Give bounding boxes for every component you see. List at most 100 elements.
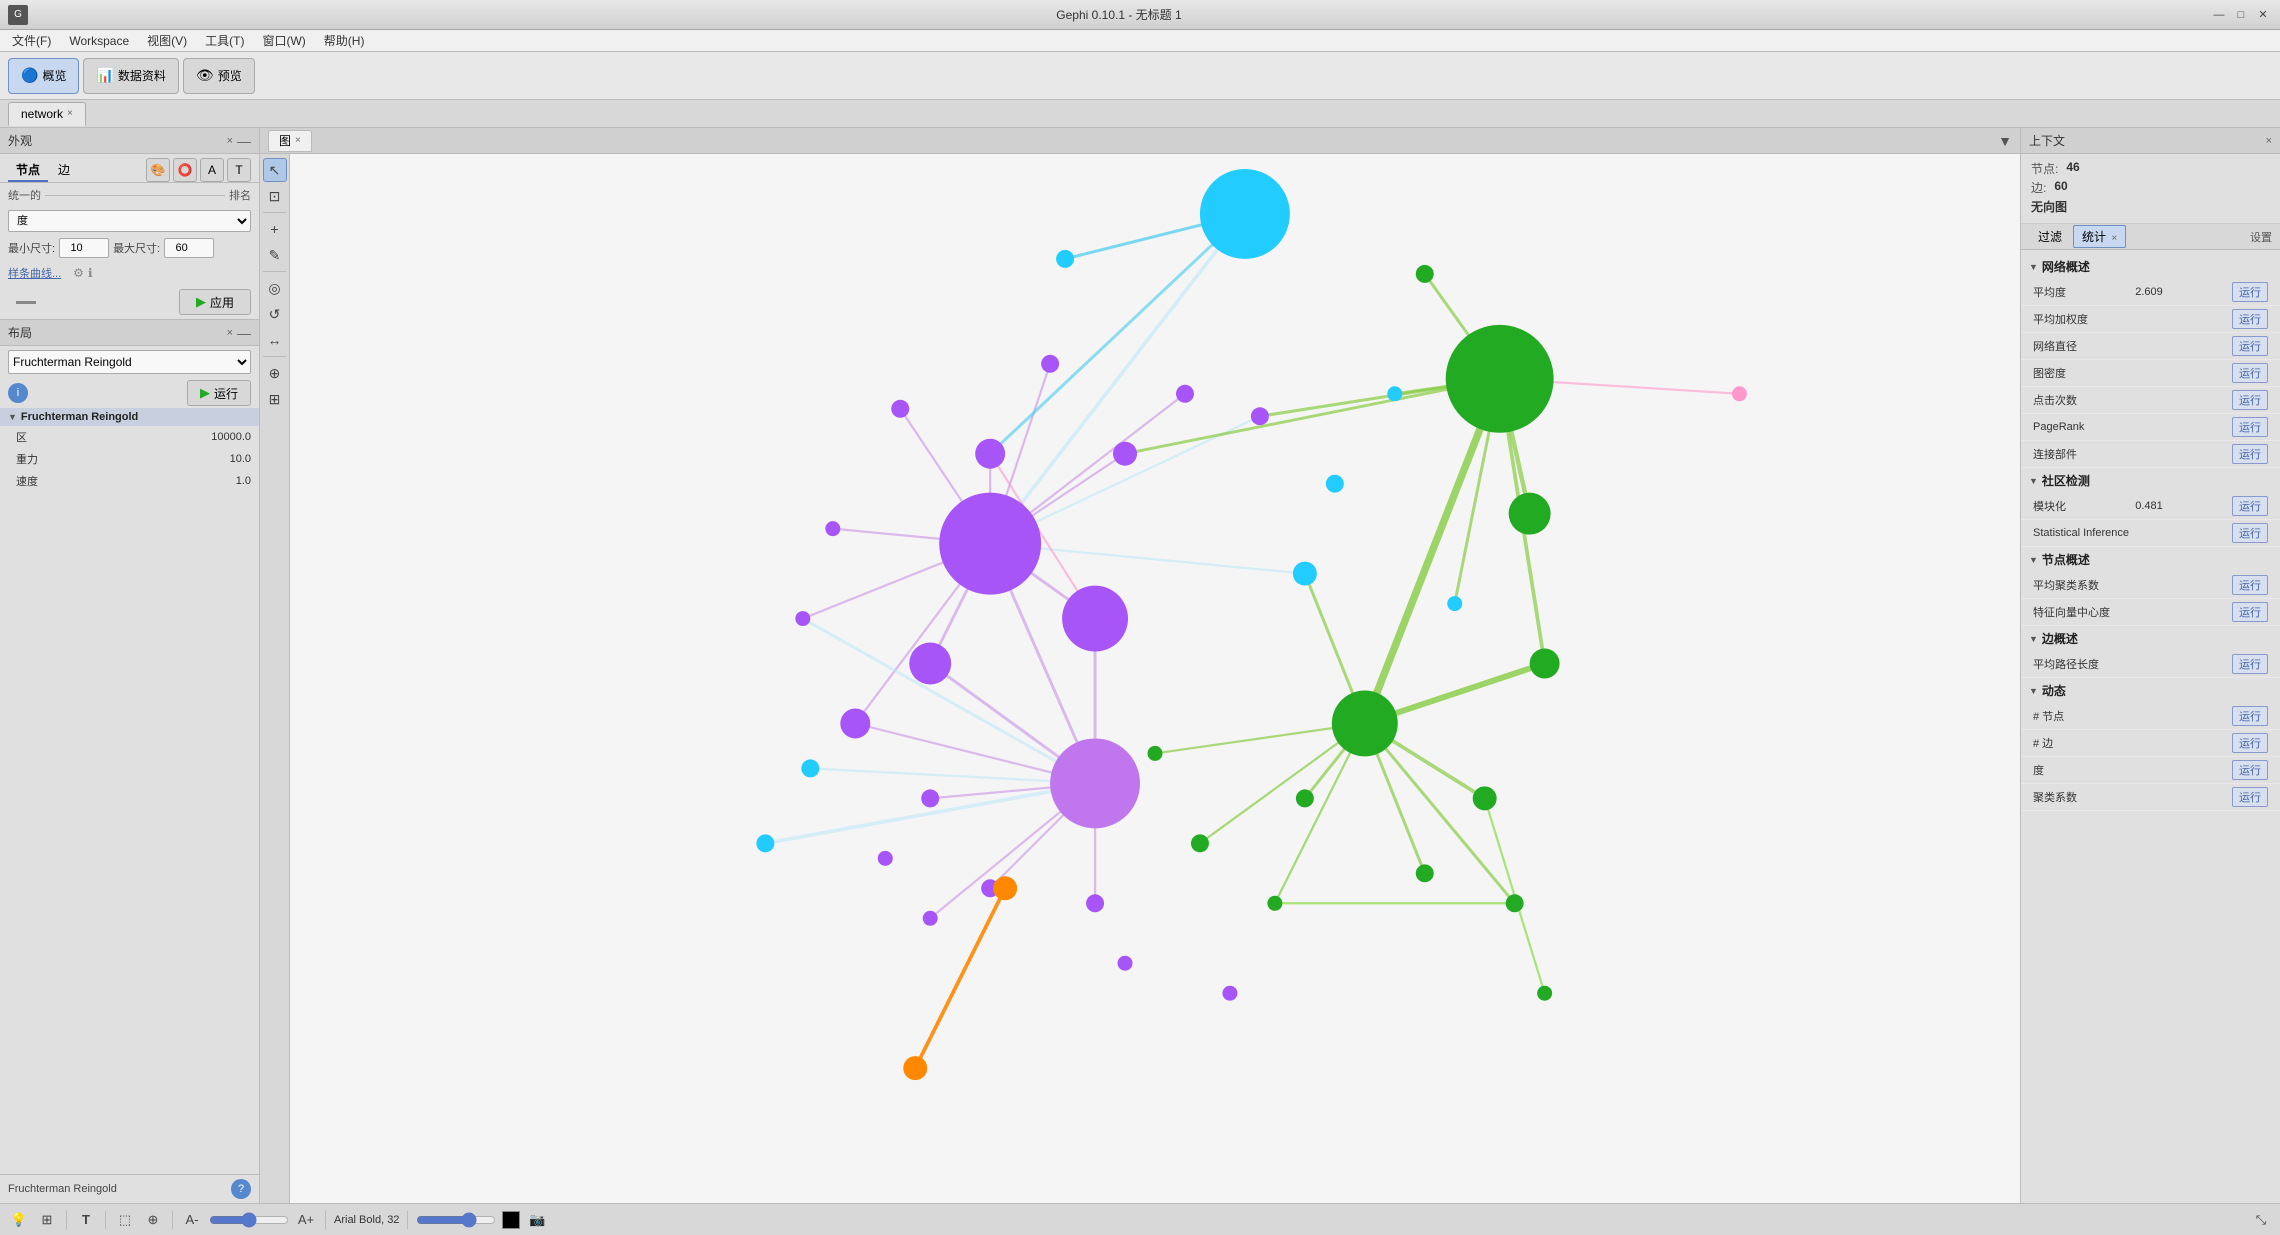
- font-decrease[interactable]: A-: [181, 1209, 203, 1231]
- stat-run-n0[interactable]: 运行: [2232, 575, 2268, 595]
- font-name-label: Arial Bold, 32: [334, 1214, 399, 1226]
- overview-button[interactable]: 🔵 概览: [8, 58, 79, 94]
- bulb-button[interactable]: 💡: [8, 1209, 30, 1231]
- graph-tabbar: 图 × ▼: [260, 128, 2020, 154]
- resize-button[interactable]: ⤡: [2250, 1209, 2272, 1231]
- stat-value-0: 2.609: [2135, 286, 2163, 298]
- stat-run-d3[interactable]: 运行: [2232, 787, 2268, 807]
- font-increase[interactable]: A+: [295, 1209, 317, 1231]
- workspace-tab-close[interactable]: ×: [67, 108, 73, 119]
- stat-run-5[interactable]: 运行: [2232, 417, 2268, 437]
- preview-button[interactable]: 👁 预览: [183, 58, 255, 94]
- param-value-1: 10.0: [230, 453, 251, 465]
- stats-tab-close[interactable]: ×: [2111, 233, 2117, 244]
- menu-file[interactable]: 文件(F): [4, 30, 59, 51]
- tool-edit[interactable]: ✎: [263, 243, 287, 267]
- graph-toolbar: ↖ ⊡ + ✎ ◎ ↺ ↔ ⊕ ⊞: [260, 154, 290, 1203]
- opacity-slider[interactable]: [416, 1212, 496, 1228]
- tool-zoom-in[interactable]: +: [263, 217, 287, 241]
- layout-run-button[interactable]: ▶ 运行: [187, 380, 251, 406]
- tab-edges[interactable]: 边: [50, 159, 78, 182]
- minimize-button[interactable]: —: [2210, 6, 2228, 24]
- stat-label-n1: 特征向量中心度: [2033, 604, 2110, 620]
- center-button[interactable]: ⊕: [142, 1209, 164, 1231]
- stat-run-d1[interactable]: 运行: [2232, 733, 2268, 753]
- maximize-button[interactable]: □: [2232, 6, 2250, 24]
- close-button[interactable]: ✕: [2254, 6, 2272, 24]
- font-size-slider[interactable]: [209, 1212, 289, 1228]
- stat-run-d0[interactable]: 运行: [2232, 706, 2268, 726]
- stat-run-m0[interactable]: 运行: [2232, 496, 2268, 516]
- tool-lasso[interactable]: ◎: [263, 276, 287, 300]
- size-icon-btn[interactable]: ⭕: [173, 158, 197, 182]
- context-close[interactable]: ×: [2266, 135, 2272, 147]
- stat-eigenvector: 特征向量中心度 运行: [2021, 599, 2280, 626]
- min-size-label: 最小尺寸:: [8, 240, 55, 256]
- menu-tools[interactable]: 工具(T): [197, 30, 252, 51]
- T-button[interactable]: T: [75, 1209, 97, 1231]
- data-button[interactable]: 📊 数据资料: [83, 58, 178, 94]
- stats-tab[interactable]: 统计 ×: [2073, 225, 2126, 248]
- label-color-btn[interactable]: A: [200, 158, 224, 182]
- apply-button[interactable]: ▶ 应用: [179, 289, 251, 315]
- bbox-button[interactable]: ⬚: [114, 1209, 136, 1231]
- run-label: 运行: [214, 385, 238, 402]
- tool-scale[interactable]: ↔: [263, 328, 287, 352]
- workspace-tab-label: network: [21, 107, 63, 121]
- tool-select[interactable]: ↖: [263, 158, 287, 182]
- section-triangle-community: ▼: [2029, 476, 2038, 486]
- menu-help[interactable]: 帮助(H): [316, 30, 373, 51]
- stat-run-1[interactable]: 运行: [2232, 309, 2268, 329]
- grid-button[interactable]: ⊞: [36, 1209, 58, 1231]
- stat-label-6: 连接部件: [2033, 446, 2077, 462]
- bt-divider-3: [172, 1211, 173, 1229]
- menu-window[interactable]: 窗口(W): [254, 30, 313, 51]
- tool-zoom-graph[interactable]: ⊕: [263, 361, 287, 385]
- menu-workspace[interactable]: Workspace: [61, 32, 137, 50]
- min-size-input[interactable]: [59, 238, 109, 258]
- workspace-tab-network[interactable]: network ×: [8, 102, 86, 126]
- color-picker[interactable]: [502, 1211, 520, 1229]
- stat-run-2[interactable]: 运行: [2232, 336, 2268, 356]
- stat-run-4[interactable]: 运行: [2232, 390, 2268, 410]
- section-unified: 统一的 排名: [0, 183, 259, 207]
- nodes-value: 46: [2066, 160, 2079, 177]
- tool-rotate[interactable]: ↺: [263, 302, 287, 326]
- label-size-btn[interactable]: T: [227, 158, 251, 182]
- spline-button[interactable]: 样条曲线...: [0, 263, 69, 283]
- right-panel: 上下文 × 节点: 46 边: 60 无向图 过滤 统计 ×: [2020, 128, 2280, 1203]
- tab-nodes[interactable]: 节点: [8, 159, 48, 182]
- stat-run-e0[interactable]: 运行: [2232, 654, 2268, 674]
- filter-tab[interactable]: 过滤: [2029, 225, 2071, 248]
- graph-collapse-button[interactable]: ▼: [1998, 133, 2012, 149]
- font-slider-container: [209, 1212, 289, 1228]
- stats-settings[interactable]: 设置: [2250, 229, 2272, 245]
- stat-run-0[interactable]: 运行: [2232, 282, 2268, 302]
- graph-canvas[interactable]: [290, 154, 2020, 1203]
- layout-minimize[interactable]: —: [237, 325, 251, 341]
- screenshot-button[interactable]: 📷: [526, 1209, 548, 1231]
- menu-view[interactable]: 视图(V): [139, 30, 195, 51]
- stat-run-m1[interactable]: 运行: [2232, 523, 2268, 543]
- data-label: 数据资料: [118, 67, 166, 84]
- stat-run-d2[interactable]: 运行: [2232, 760, 2268, 780]
- stat-run-3[interactable]: 运行: [2232, 363, 2268, 383]
- max-size-input[interactable]: [164, 238, 214, 258]
- appearance-close[interactable]: ×: [227, 135, 233, 147]
- layout-help-button[interactable]: ?: [231, 1179, 251, 1199]
- context-edges-row: 边: 60: [2031, 179, 2270, 196]
- layout-close[interactable]: ×: [227, 327, 233, 339]
- graph-tab-main[interactable]: 图 ×: [268, 130, 312, 152]
- tool-grid[interactable]: ⊞: [263, 387, 287, 411]
- appearance-minimize[interactable]: —: [237, 133, 251, 149]
- stat-modularity: 模块化 0.481 运行: [2021, 493, 2280, 520]
- layout-algorithm-select[interactable]: Fruchterman Reingold: [8, 350, 251, 374]
- stat-path-length: 平均路径长度 运行: [2021, 651, 2280, 678]
- layout-info-button[interactable]: i: [8, 383, 28, 403]
- stat-run-n1[interactable]: 运行: [2232, 602, 2268, 622]
- tool-rect[interactable]: ⊡: [263, 184, 287, 208]
- stat-run-6[interactable]: 运行: [2232, 444, 2268, 464]
- color-icon-btn[interactable]: 🎨: [146, 158, 170, 182]
- graph-tab-close[interactable]: ×: [295, 135, 301, 146]
- attr-select[interactable]: 度: [8, 210, 251, 232]
